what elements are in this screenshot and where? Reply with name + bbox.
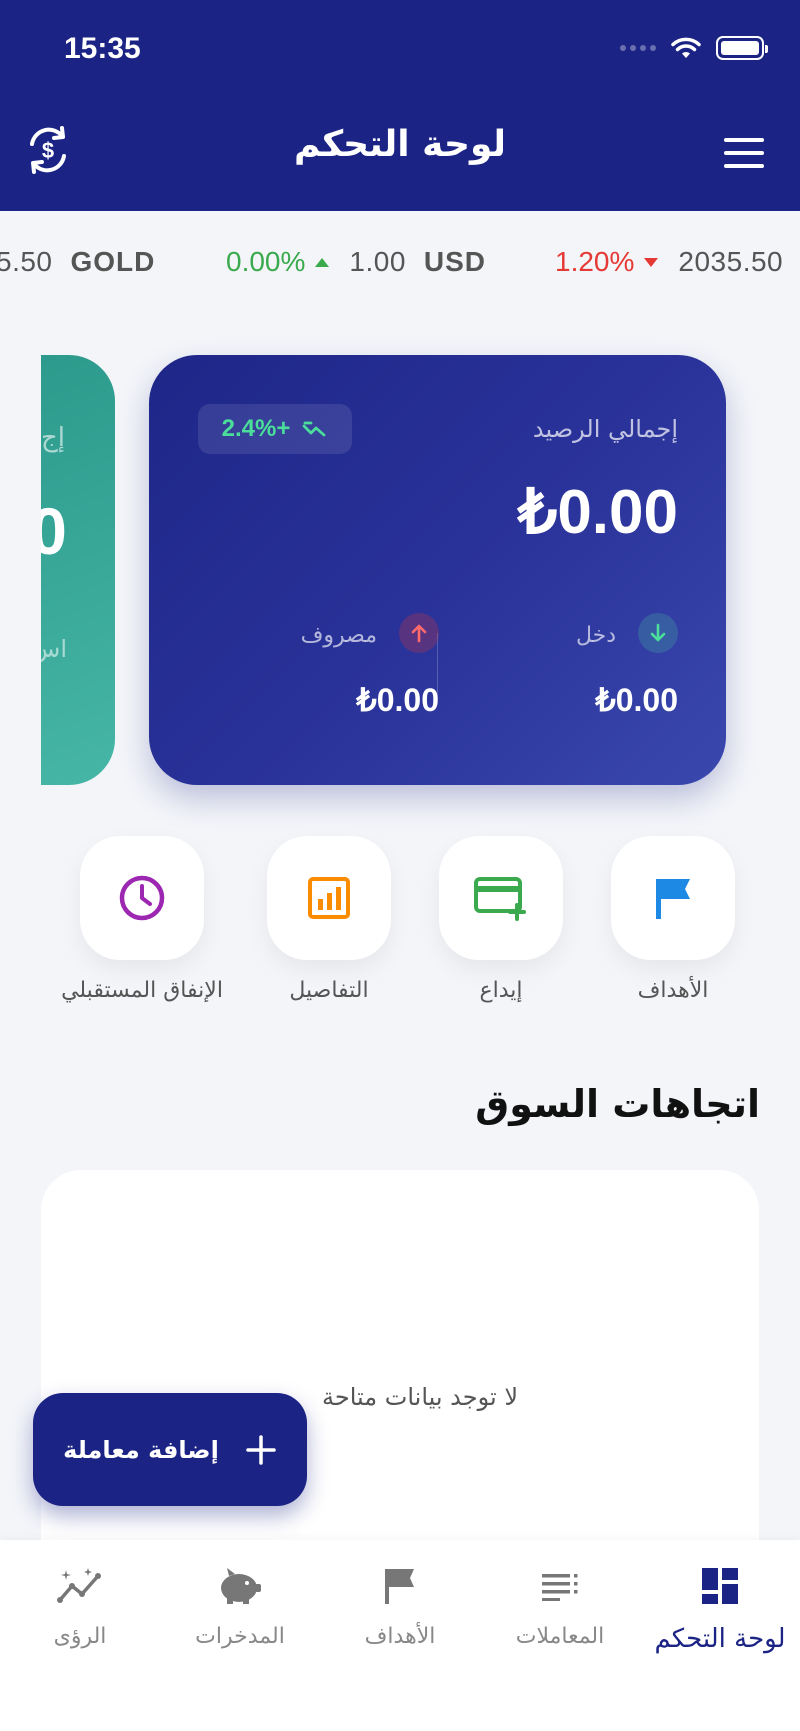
total-balance-card[interactable]: 2.4%+ إجمالي الرصيد ₺0.00 دخل ₺0.00 مصرو…	[149, 355, 726, 785]
nav-label: المدخرات	[195, 1624, 285, 1649]
ticker-value: 1.00	[349, 246, 406, 277]
total-balance-amount: ₺0.00	[517, 478, 678, 547]
card-label: إج	[41, 423, 65, 453]
market-trends-card	[41, 1170, 759, 1590]
arrow-down-icon	[638, 613, 678, 653]
quick-action-details[interactable]: التفاصيل	[267, 836, 391, 1003]
income-label: دخل	[575, 623, 616, 648]
nav-item-savings[interactable]: المدخرات	[160, 1560, 320, 1680]
trend-up-icon	[315, 257, 330, 267]
list-icon	[542, 1574, 578, 1601]
ticker-symbol: GOLD	[70, 246, 156, 277]
nav-item-dashboard[interactable]: لوحة التحكم	[640, 1560, 800, 1680]
flag-icon	[385, 1569, 414, 1604]
trending-up-icon	[302, 421, 326, 437]
ticker-symbol: USD	[423, 246, 487, 277]
expense-label: مصروف	[300, 623, 377, 648]
goals-button[interactable]	[611, 836, 735, 960]
arrow-up-icon	[399, 613, 439, 653]
card-amount: 0	[41, 494, 67, 568]
battery-icon	[716, 36, 768, 60]
growth-badge: 2.4%+	[198, 404, 352, 454]
nav-item-insights[interactable]: الرؤى	[0, 1560, 160, 1680]
card-sub: اس	[41, 635, 67, 663]
dashboard-icon	[702, 1568, 738, 1604]
card-add-icon	[474, 877, 526, 921]
deposit-button[interactable]	[439, 836, 563, 960]
expense-amount: ₺0.00	[356, 682, 439, 718]
status-icons	[620, 36, 768, 60]
chart-icon	[308, 877, 350, 919]
total-balance-label: إجمالي الرصيد	[532, 415, 678, 443]
quick-action-deposit[interactable]: إيداع	[439, 836, 563, 1003]
ticker-item-gold: 5.50 GOLD	[0, 246, 155, 278]
nav-label: الرؤى	[53, 1624, 107, 1649]
bottom-navigation: لوحة التحكم المعاملات الأهداف المدخرات ا…	[0, 1540, 800, 1731]
nav-item-transactions[interactable]: المعاملات	[480, 1560, 640, 1680]
secondary-balance-card[interactable]: إج 0 اس	[41, 355, 115, 785]
future-spending-button[interactable]	[80, 836, 204, 960]
quick-action-future-spending[interactable]: الإنفاق المستقبلي	[61, 836, 223, 1003]
ticker-value: 2035.50	[678, 246, 784, 277]
nav-label: المعاملات	[515, 1624, 605, 1649]
app-header: 15:35 $ لوحة التحكم	[0, 0, 800, 211]
clock-icon	[119, 875, 165, 921]
insights-icon	[57, 1568, 101, 1603]
ticker-item-usd: 0.00% 1.00 USD	[226, 246, 486, 278]
plus-icon	[246, 1434, 276, 1465]
status-time: 15:35	[64, 32, 141, 65]
nav-label: الأهداف	[364, 1624, 436, 1649]
income-amount: ₺0.00	[595, 682, 678, 718]
wifi-icon	[671, 37, 701, 58]
market-trends-title: اتجاهات السوق	[475, 1082, 760, 1126]
details-button[interactable]	[267, 836, 391, 960]
cellular-signal-icon	[620, 45, 656, 51]
nav-item-goals[interactable]: الأهداف	[320, 1560, 480, 1680]
menu-button[interactable]	[724, 138, 764, 168]
ticker-item-3: 1.20% 2035.50	[555, 246, 783, 278]
page-title: لوحة التحكم	[293, 124, 507, 165]
trend-down-icon	[644, 257, 659, 267]
growth-value: 2.4%+	[221, 415, 291, 442]
ticker-change: 0.00%	[226, 246, 306, 277]
ticker-value: 5.50	[0, 246, 53, 277]
flag-icon	[656, 879, 690, 919]
nav-label: لوحة التحكم	[654, 1624, 786, 1654]
market-ticker: 5.50 GOLD 0.00% 1.00 USD 1.20% 2035.50	[0, 236, 800, 286]
quick-action-goals[interactable]: الأهداف	[611, 836, 735, 1003]
ticker-change: 1.20%	[555, 246, 635, 277]
add-transaction-label: إضافة معاملة	[63, 1435, 219, 1464]
add-transaction-button[interactable]: إضافة معاملة	[33, 1393, 307, 1506]
piggy-bank-icon	[221, 1568, 261, 1604]
hamburger-menu-icon	[724, 138, 764, 142]
quick-action-label: الإنفاق المستقبلي	[61, 978, 223, 1003]
